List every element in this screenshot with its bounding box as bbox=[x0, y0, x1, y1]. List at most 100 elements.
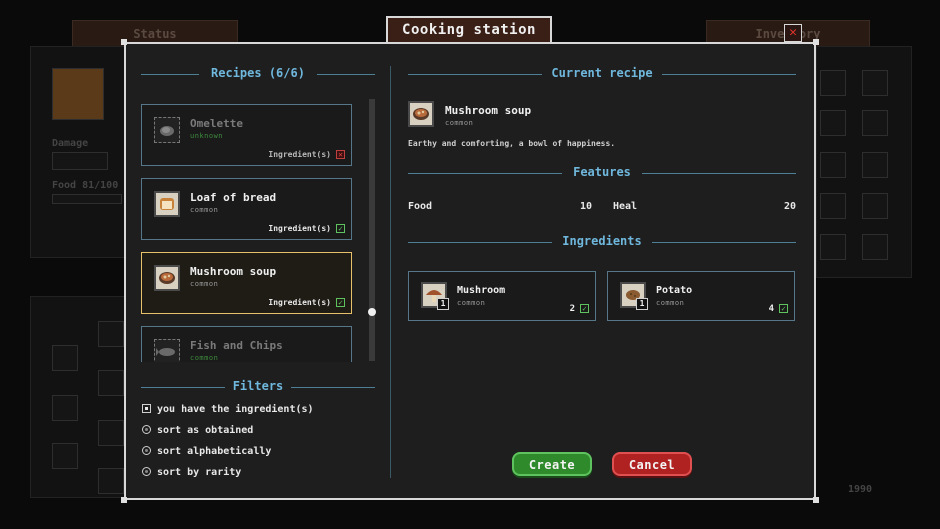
check-icon: ✓ bbox=[779, 304, 788, 313]
scrollbar-thumb[interactable] bbox=[368, 308, 376, 316]
header-line bbox=[317, 74, 375, 75]
recipe-name: Omelette bbox=[190, 117, 243, 130]
recipe-rarity: common bbox=[190, 354, 219, 362]
header-line bbox=[408, 242, 552, 243]
owned-quantity: 4 bbox=[768, 304, 774, 314]
header-line bbox=[408, 173, 562, 174]
current-recipe-header-label: Current recipe bbox=[551, 66, 653, 80]
header-line bbox=[662, 74, 796, 75]
current-recipe-header: Current recipe bbox=[408, 66, 796, 82]
filters-header: Filters bbox=[141, 379, 375, 395]
equip-slot bbox=[52, 395, 78, 421]
close-button[interactable]: ✕ bbox=[784, 24, 802, 42]
inventory-slot bbox=[820, 152, 846, 178]
equip-slot bbox=[98, 321, 124, 347]
radio-button[interactable] bbox=[142, 425, 151, 434]
filter-label: you have the ingredient(s) bbox=[157, 404, 314, 415]
equip-slot bbox=[52, 345, 78, 371]
equip-slot bbox=[52, 443, 78, 469]
radio-button[interactable] bbox=[142, 446, 151, 455]
required-quantity: 1 bbox=[437, 298, 449, 310]
bread-icon bbox=[154, 191, 180, 217]
check-icon: ✓ bbox=[580, 304, 589, 313]
recipe-rarity: common bbox=[190, 206, 219, 214]
features-header-label: Features bbox=[573, 165, 631, 179]
feature-heal-label: Heal bbox=[613, 201, 638, 212]
locked-omelette-icon bbox=[154, 117, 180, 143]
equip-slot bbox=[98, 370, 124, 396]
cross-icon: ✕ bbox=[336, 150, 345, 159]
inventory-slot bbox=[820, 110, 846, 136]
filter-sort-alphabetically[interactable]: sort alphabetically bbox=[142, 446, 271, 460]
ingredients-header-label: Ingredients bbox=[562, 234, 642, 248]
portrait-avatar bbox=[52, 68, 104, 120]
recipes-header: Recipes (6/6) bbox=[141, 66, 375, 82]
ingredient-rarity: common bbox=[457, 299, 486, 307]
ingredient-name: Potato bbox=[656, 285, 693, 296]
column-divider bbox=[390, 66, 391, 478]
recipe-card-mushroom-soup[interactable]: Mushroom soup common Ingredient(s) ✓ bbox=[141, 252, 352, 314]
frame-corner bbox=[813, 39, 819, 45]
inventory-slot bbox=[820, 70, 846, 96]
check-icon: ✓ bbox=[336, 224, 345, 233]
soup-bowl-icon bbox=[408, 101, 434, 127]
current-recipe-rarity: common bbox=[445, 119, 474, 127]
inventory-slot bbox=[820, 234, 846, 260]
ingredient-rarity: common bbox=[656, 299, 685, 307]
recipe-scrollbar[interactable] bbox=[369, 99, 375, 361]
ingredients-header: Ingredients bbox=[408, 234, 796, 250]
filter-sort-obtained[interactable]: sort as obtained bbox=[142, 425, 253, 439]
header-line bbox=[141, 74, 199, 75]
required-quantity: 1 bbox=[636, 298, 648, 310]
create-button[interactable]: Create bbox=[512, 452, 592, 476]
filter-sort-rarity[interactable]: sort by rarity bbox=[142, 467, 241, 481]
cancel-button[interactable]: Cancel bbox=[612, 452, 692, 476]
features-header: Features bbox=[408, 165, 796, 181]
inventory-slot bbox=[862, 110, 888, 136]
recipe-card-bread[interactable]: Loaf of bread common Ingredient(s) ✓ bbox=[141, 178, 352, 240]
locked-fish-icon bbox=[154, 339, 180, 362]
inventory-slot bbox=[862, 193, 888, 219]
ingredient-name: Mushroom bbox=[457, 285, 506, 296]
current-recipe-name: Mushroom soup bbox=[445, 104, 532, 117]
recipe-card-fish-and-chips[interactable]: Fish and Chips common bbox=[141, 326, 352, 362]
food-label: Food 81/100 bbox=[52, 180, 119, 191]
filter-label: sort alphabetically bbox=[157, 446, 272, 457]
ingredients-label: Ingredient(s) bbox=[268, 150, 331, 159]
money-counter: 1990 bbox=[848, 484, 873, 495]
equip-slot bbox=[98, 468, 124, 494]
recipes-header-label: Recipes (6/6) bbox=[211, 66, 305, 80]
radio-button[interactable] bbox=[142, 467, 151, 476]
feature-food-value: 10 bbox=[579, 201, 592, 212]
filters-header-label: Filters bbox=[232, 379, 284, 393]
recipe-name: Loaf of bread bbox=[190, 191, 277, 204]
header-line bbox=[291, 387, 375, 388]
equip-slot bbox=[98, 420, 124, 446]
filter-label: sort as obtained bbox=[157, 425, 254, 436]
damage-label: Damage bbox=[52, 138, 89, 149]
soup-bowl-icon bbox=[154, 265, 180, 291]
inventory-slot bbox=[862, 70, 888, 96]
inventory-slot bbox=[862, 234, 888, 260]
current-recipe-description: Earthy and comforting, a bowl of happine… bbox=[408, 139, 616, 148]
filter-have-ingredients[interactable]: you have the ingredient(s) bbox=[142, 404, 314, 418]
inventory-slot bbox=[820, 193, 846, 219]
recipe-name: Fish and Chips bbox=[190, 339, 283, 352]
checkbox[interactable] bbox=[142, 404, 151, 413]
filter-label: sort by rarity bbox=[157, 467, 242, 478]
recipe-card-omelette[interactable]: Omelette unknown Ingredient(s) ✕ bbox=[141, 104, 352, 166]
recipe-rarity: unknown bbox=[190, 132, 224, 140]
header-line bbox=[141, 387, 225, 388]
feature-heal-value: 20 bbox=[783, 201, 796, 212]
feature-food-label: Food bbox=[408, 201, 433, 212]
recipe-name: Mushroom soup bbox=[190, 265, 277, 278]
check-icon: ✓ bbox=[336, 298, 345, 307]
header-line bbox=[652, 242, 796, 243]
header-line bbox=[408, 74, 542, 75]
ingredients-label: Ingredient(s) bbox=[268, 224, 331, 233]
inventory-slot bbox=[862, 152, 888, 178]
food-bar bbox=[52, 194, 122, 204]
frame-corner bbox=[121, 497, 127, 503]
ingredient-card-mushroom: 1 Mushroom common 2 ✓ bbox=[408, 271, 596, 321]
dialog-title: Cooking station bbox=[386, 16, 552, 44]
